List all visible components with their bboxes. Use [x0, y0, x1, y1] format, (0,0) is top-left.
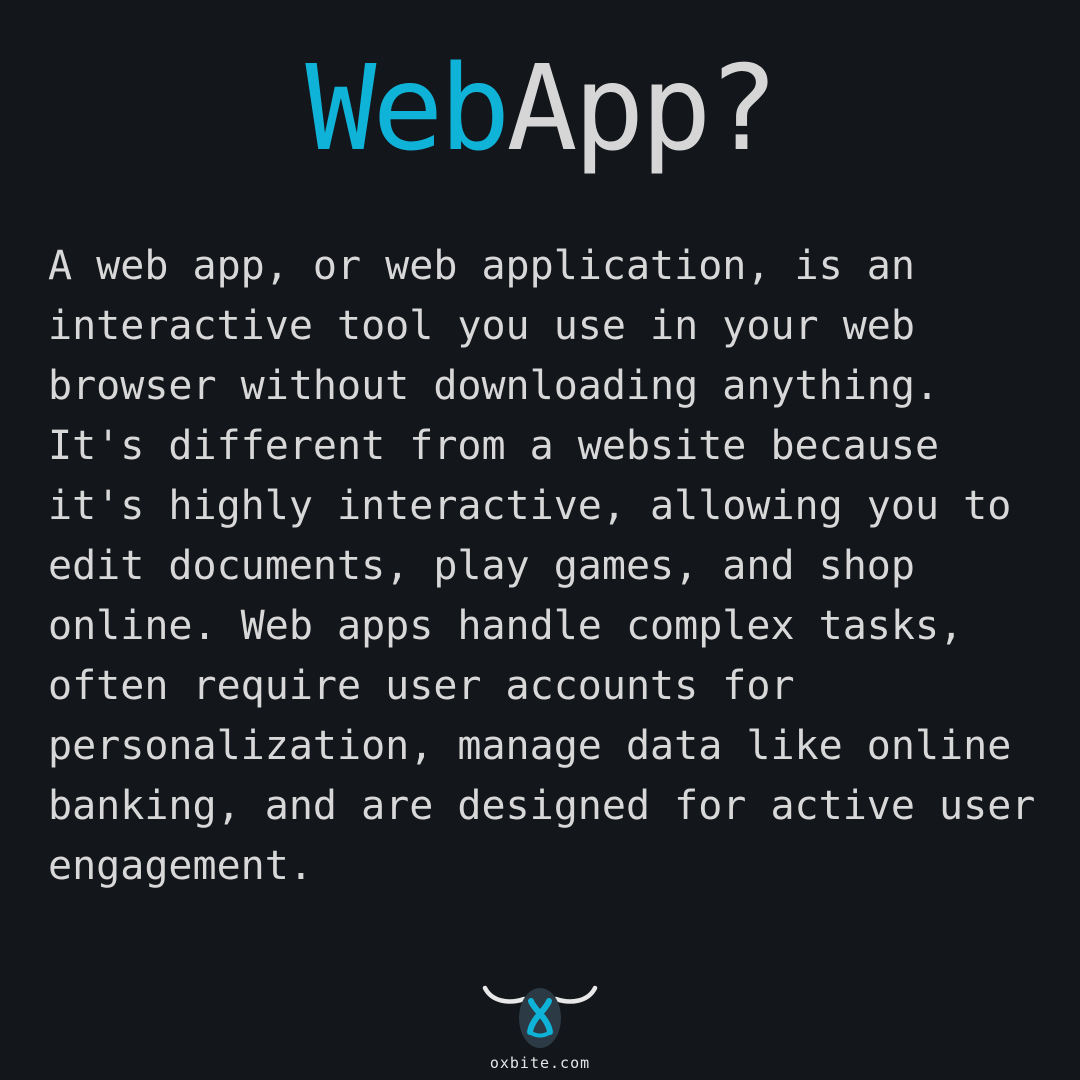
paragraph-line: banking, and are designed for active use…: [48, 783, 1036, 829]
paragraph-line: engagement.: [48, 843, 313, 889]
paragraph-line: personalization, manage data like online: [48, 723, 1012, 769]
site-url: oxbite.com: [489, 1054, 591, 1072]
description-paragraph: A web app, or web application, is an int…: [48, 236, 1058, 896]
paragraph-line: often require user accounts for: [48, 663, 795, 709]
paragraph-line: edit documents, play games, and shop: [48, 543, 915, 589]
paragraph-line: online. Web apps handle complex tasks,: [48, 603, 964, 649]
paragraph-line: It's different from a website because: [48, 423, 940, 469]
paragraph-line: A web app, or web application, is an: [48, 243, 915, 289]
ox-head-logo-icon: [482, 985, 598, 1048]
brand-footer: oxbite.com: [0, 982, 1080, 1072]
paragraph-line: it's highly interactive, allowing you to: [48, 483, 1012, 529]
paragraph-line: browser without downloading anything.: [48, 363, 940, 409]
title-accent-word: Web: [305, 39, 510, 177]
paragraph-line: interactive tool you use in your web: [48, 303, 915, 349]
title-rest-word: App?: [506, 39, 778, 177]
page-title: WebApp?: [0, 38, 1080, 178]
